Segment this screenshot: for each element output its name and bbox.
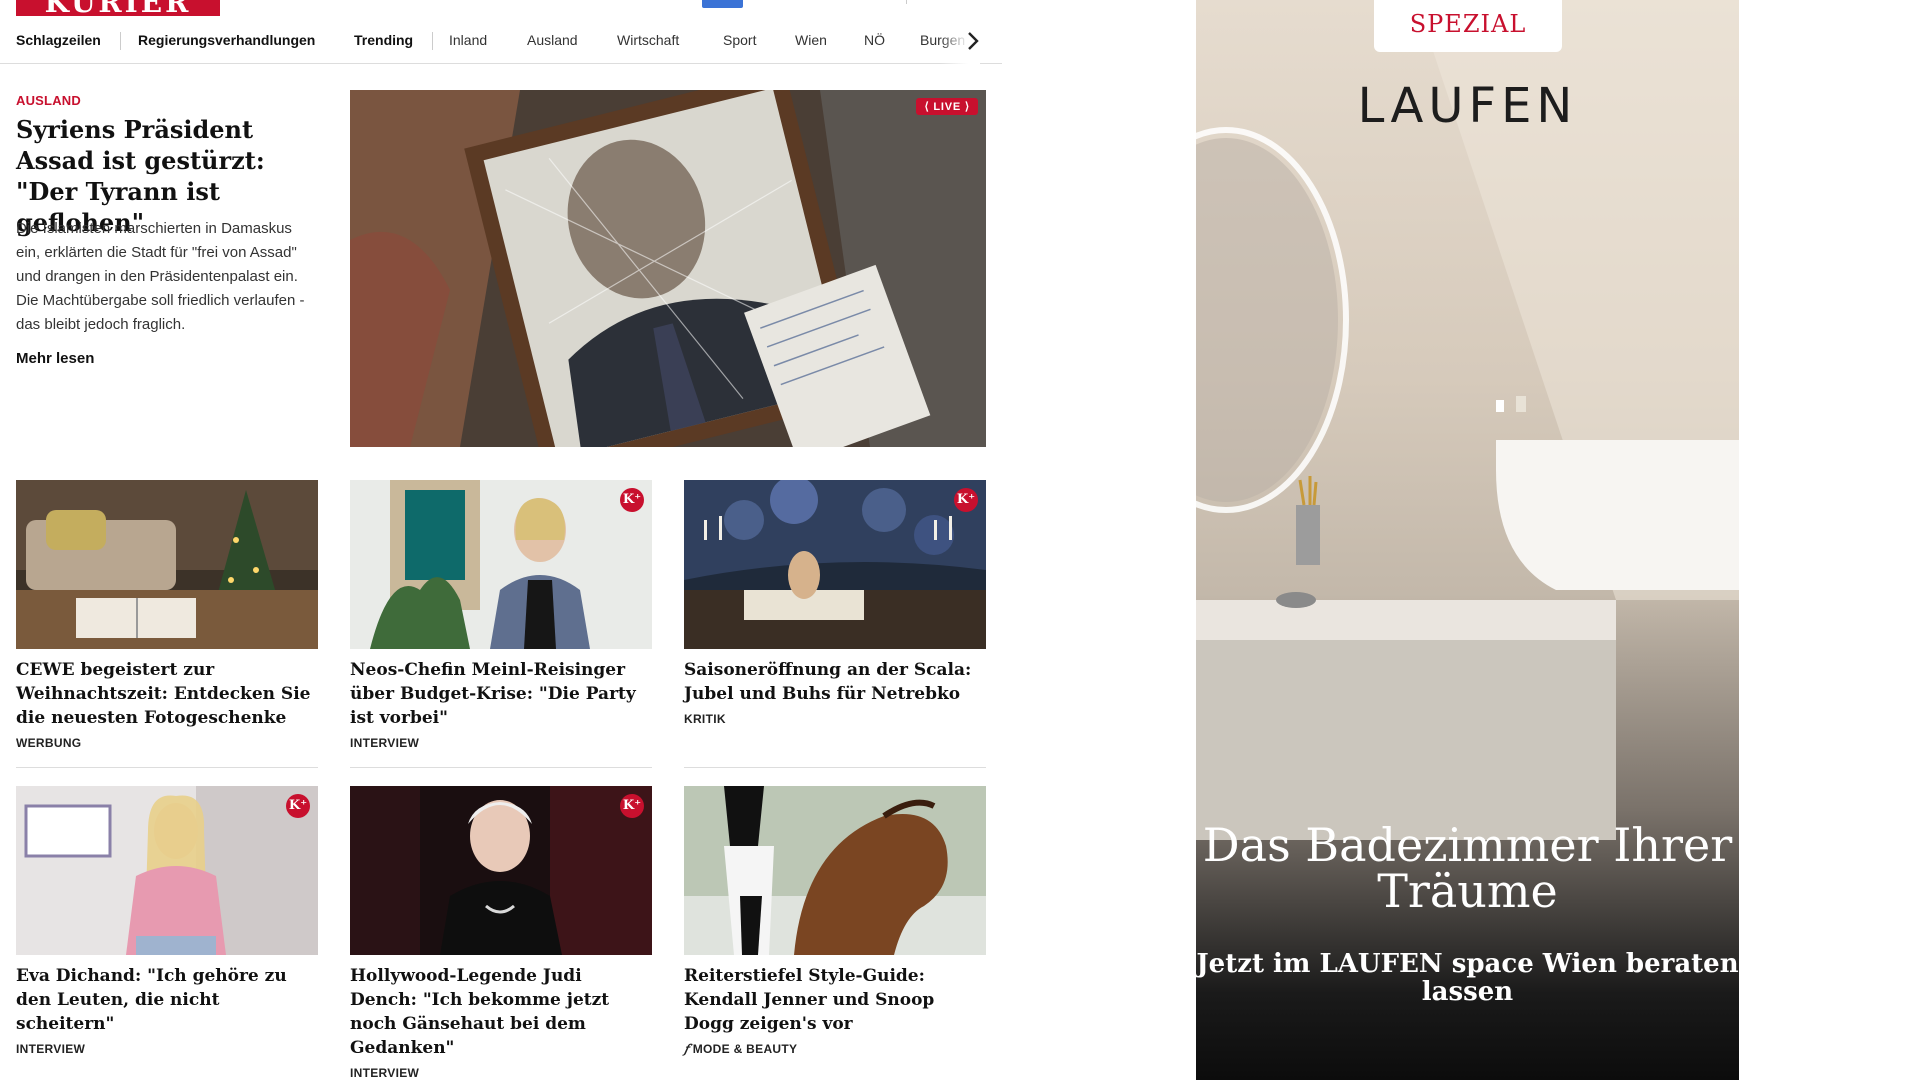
top-blue-tab (702, 0, 743, 8)
fashion-f-icon: 𝑓 (684, 1042, 689, 1056)
kurier-logo[interactable]: KURIER (16, 0, 220, 16)
ad-bathroom-illustration (1196, 0, 1739, 840)
article-title[interactable]: Eva Dichand: "Ich gehöre zu den Leuten, … (16, 964, 318, 1036)
nav-ausland[interactable]: Ausland (527, 32, 578, 48)
article-tag: KRITIK (684, 712, 726, 726)
article-tag: INTERVIEW (16, 1042, 86, 1056)
kurier-plus-badge: K⁺ (954, 488, 978, 512)
hero-image[interactable]: ⟨ LIVE ⟩ (350, 90, 986, 447)
article-card[interactable]: Reiterstiefel Style-Guide: Kendall Jenne… (684, 786, 986, 1056)
article-title[interactable]: Saisoneröffnung an der Scala: Ju­bel und… (684, 658, 986, 706)
article-card[interactable]: K⁺ Eva Dichand: "Ich gehöre zu den Leute… (16, 786, 318, 1056)
article-tag: INTERVIEW (350, 1066, 420, 1080)
article-image[interactable] (16, 480, 318, 649)
article-image[interactable]: K⁺ (350, 480, 652, 649)
kurier-plus-badge: K⁺ (620, 794, 644, 818)
article-card[interactable]: K⁺ Hollywood-Legende Judi Dench: "Ich be… (350, 786, 652, 1080)
article-card[interactable]: K⁺ Neos-Chefin Meinl-Reisinger über Budg… (350, 480, 652, 750)
nav-wirtschaft[interactable]: Wirtschaft (617, 32, 679, 48)
hero-photo-illustration (350, 90, 986, 447)
row-divider (16, 767, 318, 768)
nav-noe[interactable]: NÖ (864, 32, 885, 48)
article-tag: 𝑓 MODE & BEAUTY (684, 1042, 986, 1056)
kurier-plus-badge: K⁺ (286, 794, 310, 818)
ad-headline: Das Badezimmer Ihrer Träume (1202, 818, 1733, 918)
article-image[interactable]: K⁺ (684, 480, 986, 649)
chevron-right-icon[interactable] (966, 30, 986, 54)
live-badge: ⟨ LIVE ⟩ (916, 98, 978, 115)
article-card[interactable]: CEWE begeistert zur Weihnachts­zeit: Ent… (16, 480, 318, 750)
nav-wien[interactable]: Wien (795, 32, 827, 48)
article-image[interactable] (684, 786, 986, 955)
article-image[interactable]: K⁺ (16, 786, 318, 955)
top-divider (906, 0, 907, 4)
row-divider (684, 767, 986, 768)
nav-separator (432, 32, 433, 50)
article-title[interactable]: CEWE begeistert zur Weihnachts­zeit: Ent… (16, 658, 318, 730)
article-tag: INTERVIEW (350, 736, 420, 750)
article-title[interactable]: Reiterstiefel Style-Guide: Kendall Jenne… (684, 964, 986, 1036)
article-card[interactable]: K⁺ Saisoneröffnung an der Scala: Ju­bel … (684, 480, 986, 726)
article-title[interactable]: Hollywood-Legende Judi Dench: "Ich bekom… (350, 964, 652, 1060)
row-divider (350, 767, 652, 768)
section-nav: Schlagzeilen Regierungsverhandlungen Tre… (0, 24, 1002, 64)
laufen-logo: LAUFEN (1357, 78, 1578, 134)
nav-inland[interactable]: Inland (449, 32, 487, 48)
article-tag-label: MODE & BEAUTY (692, 1042, 798, 1056)
kurier-plus-badge: K⁺ (620, 488, 644, 512)
nav-trending[interactable]: Trending (354, 32, 413, 48)
hero-kicker[interactable]: AUSLAND (16, 93, 81, 108)
ad-spezial-label: SPEZIAL (1374, 0, 1562, 52)
article-title[interactable]: Neos-Chefin Meinl-Reisinger über Budget-… (350, 658, 652, 730)
nav-schlagzeilen[interactable]: Schlagzeilen (16, 32, 101, 48)
nav-separator (120, 32, 121, 50)
nav-sport[interactable]: Sport (723, 32, 756, 48)
advertisement-laufen[interactable]: SPEZIAL LAUFEN Das Badezimmer Ihrer Träu… (1196, 0, 1739, 1080)
article-tag: WERBUNG (16, 736, 82, 750)
article-image[interactable]: K⁺ (350, 786, 652, 955)
ad-subline[interactable]: Jetzt im LAUFEN space Wien beraten lasse… (1196, 950, 1739, 1006)
read-more-link[interactable]: Mehr lesen (16, 350, 94, 367)
nav-regierungsverhandlungen[interactable]: Regierungsverhandlungen (138, 32, 315, 48)
hero-teaser: Die Islamisten marschierten in Damaskus … (16, 220, 305, 333)
